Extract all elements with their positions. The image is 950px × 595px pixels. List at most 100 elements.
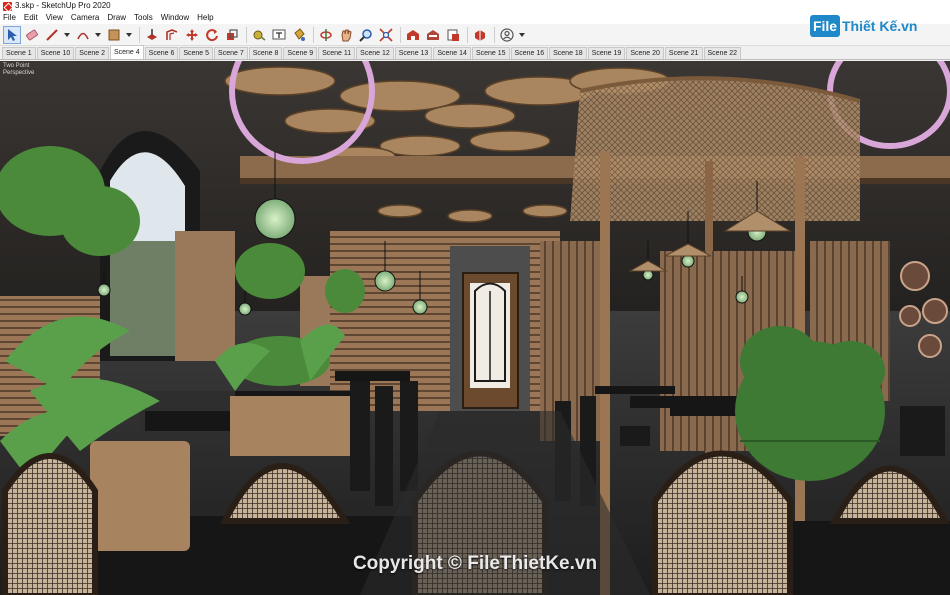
scene-tab[interactable]: Scene 22 — [703, 47, 742, 59]
menu-window[interactable]: Window — [161, 12, 189, 24]
scene-tab[interactable]: Scene 6 — [144, 47, 179, 59]
sketchup-app-icon — [3, 1, 12, 11]
push-pull-tool-icon — [147, 28, 157, 40]
camera-mode-label: Two Point — [3, 63, 30, 69]
tape-measure-tool-icon — [253, 30, 266, 41]
push-pull-tool-button[interactable] — [143, 26, 161, 44]
account-icon — [500, 27, 514, 42]
shape-tool-dropdown[interactable] — [125, 26, 133, 44]
scene-tab[interactable]: Scene 2 — [75, 47, 109, 59]
model-viewport[interactable]: Two Point Perspective Copyright © FileTh… — [0, 61, 950, 595]
scene-tabs: Scene 1 Scene 10 Scene 2 Scene 4 Scene 6… — [0, 45, 950, 60]
scene-tab[interactable]: Scene 15 — [471, 47, 510, 59]
menu-bar: File Edit View Camera Draw Tools Window … — [0, 12, 950, 24]
move-tool-icon — [186, 28, 198, 41]
account-button[interactable] — [498, 26, 516, 44]
scene-tab[interactable]: Scene 5 — [179, 47, 214, 59]
pan-tool-button[interactable] — [337, 26, 355, 44]
extension-manager-button[interactable] — [471, 26, 489, 44]
text-tool-button[interactable] — [270, 26, 288, 44]
tape-measure-tool-button[interactable] — [250, 26, 268, 44]
offset-tool-icon — [166, 28, 178, 40]
main-toolbar — [0, 24, 950, 46]
scene-tab[interactable]: Scene 21 — [664, 47, 703, 59]
select-tool-icon — [8, 28, 17, 41]
menu-draw[interactable]: Draw — [107, 12, 126, 24]
sketchup-window: 3.skp - SketchUp Pro 2020 File Edit View… — [0, 0, 950, 595]
logo-badge: File — [810, 15, 840, 37]
menu-file[interactable]: File — [3, 12, 16, 24]
zoom-extents-tool-button[interactable] — [377, 26, 395, 44]
extension-manager-icon — [475, 29, 485, 41]
scene-tab[interactable]: Scene 10 — [36, 47, 75, 59]
scene-tab[interactable]: Scene 11 — [318, 47, 356, 59]
scene-tab[interactable]: Scene 19 — [587, 47, 626, 59]
restaurant-interior-render — [0, 61, 950, 595]
menu-help[interactable]: Help — [197, 12, 213, 24]
chevron-down-icon — [95, 32, 101, 37]
toolbar-separator — [494, 26, 495, 43]
scene-tab[interactable]: Scene 1 — [2, 47, 36, 59]
scene-tab-active[interactable]: Scene 4 — [109, 45, 144, 59]
arc-tool-button[interactable] — [74, 26, 92, 44]
warehouse-button[interactable] — [404, 26, 422, 44]
orbit-tool-button[interactable] — [317, 26, 335, 44]
zoom-tool-icon — [359, 28, 372, 42]
zoom-extents-tool-icon — [379, 27, 393, 42]
text-tool-icon — [272, 29, 286, 39]
zoom-tool-button[interactable] — [357, 26, 375, 44]
scale-tool-button[interactable] — [223, 26, 241, 44]
rotate-tool-icon — [206, 28, 218, 41]
toolbar-separator — [467, 26, 468, 43]
scene-tab[interactable]: Scene 13 — [394, 47, 433, 59]
logo-text: Thiết Kế.vn — [842, 18, 918, 34]
scene-tab[interactable]: Scene 12 — [356, 47, 394, 59]
extension-warehouse-icon — [427, 29, 439, 40]
offset-tool-button[interactable] — [163, 26, 181, 44]
toolbar-separator — [400, 26, 401, 43]
scene-tab[interactable]: Scene 14 — [433, 47, 471, 59]
menu-tools[interactable]: Tools — [134, 12, 153, 24]
scene-tab[interactable]: Scene 18 — [549, 47, 587, 59]
scale-tool-icon — [227, 28, 238, 40]
shape-tool-icon — [108, 29, 120, 40]
move-tool-button[interactable] — [183, 26, 201, 44]
toolbar-separator — [313, 26, 314, 43]
extension-warehouse-button[interactable] — [424, 26, 442, 44]
line-tool-button[interactable] — [43, 26, 61, 44]
scene-tab[interactable]: Scene 7 — [214, 47, 248, 59]
toolbar-separator — [246, 26, 247, 43]
arc-tool-icon — [77, 32, 89, 39]
chevron-down-icon — [519, 32, 525, 37]
scene-tab[interactable]: Scene 8 — [248, 47, 283, 59]
chevron-down-icon — [64, 32, 70, 37]
send-to-layout-icon — [447, 29, 459, 41]
scene-tab[interactable]: Scene 16 — [510, 47, 549, 59]
copyright-watermark: Copyright © FileThietKe.vn — [352, 553, 598, 574]
select-tool-button[interactable] — [3, 25, 21, 44]
menu-view[interactable]: View — [46, 12, 63, 24]
filethietke-logo: File Thiết Kế.vn — [810, 13, 920, 39]
orbit-tool-icon — [320, 28, 332, 41]
arc-tool-dropdown[interactable] — [94, 26, 102, 44]
rotate-tool-button[interactable] — [203, 26, 221, 44]
shape-tool-button[interactable] — [105, 26, 123, 44]
line-tool-dropdown[interactable] — [63, 26, 71, 44]
projection-label: Perspective — [3, 70, 35, 76]
scene-tab[interactable]: Scene 20 — [626, 47, 664, 59]
eraser-tool-icon — [26, 29, 38, 40]
eraser-tool-button[interactable] — [23, 26, 41, 44]
window-title: 3.skp - SketchUp Pro 2020 — [15, 1, 111, 10]
chevron-down-icon — [126, 32, 132, 37]
pan-tool-icon — [341, 29, 352, 41]
menu-edit[interactable]: Edit — [24, 12, 38, 24]
send-to-layout-button[interactable] — [444, 26, 462, 44]
menu-camera[interactable]: Camera — [71, 12, 99, 24]
title-bar: 3.skp - SketchUp Pro 2020 — [0, 0, 950, 12]
scene-tab[interactable]: Scene 9 — [283, 47, 318, 59]
account-dropdown[interactable] — [518, 26, 526, 44]
toolbar-separator — [139, 26, 140, 43]
line-tool-icon — [46, 28, 58, 41]
paint-bucket-tool-icon — [294, 27, 305, 41]
paint-bucket-tool-button[interactable] — [290, 26, 308, 44]
